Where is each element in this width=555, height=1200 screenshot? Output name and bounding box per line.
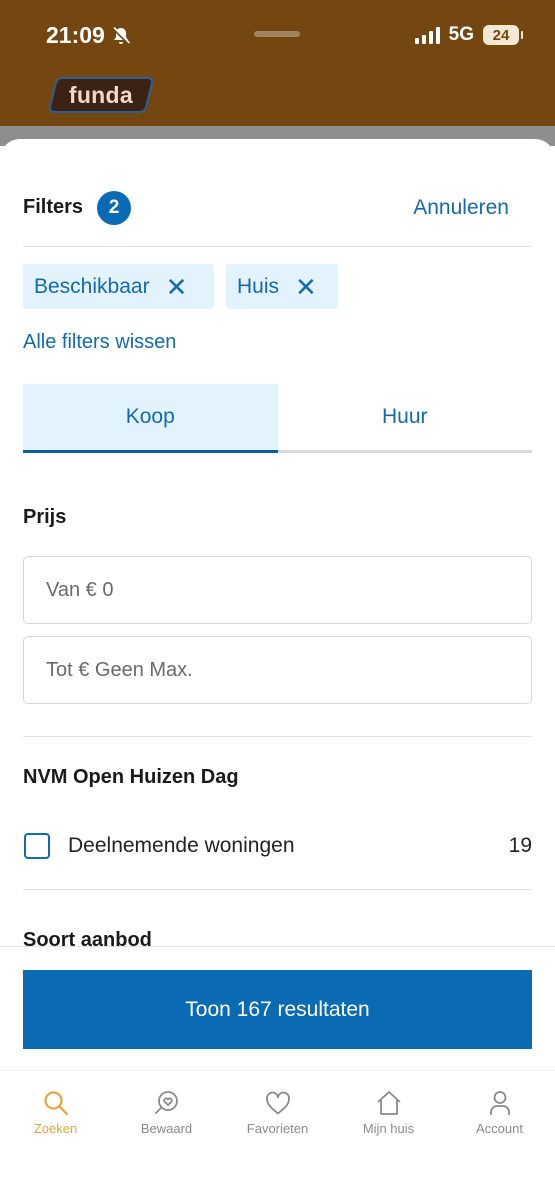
nav-item-mijn-huis[interactable]: Mijn huis	[333, 1071, 444, 1200]
saved-search-icon	[154, 1091, 178, 1114]
person-icon	[489, 1091, 510, 1115]
nav-label: Bewaard	[140, 1121, 193, 1136]
listing-type-tabs: Koop Huur	[23, 384, 532, 453]
price-from-value: Van € 0	[46, 578, 114, 601]
nav-label: Zoeken	[33, 1121, 78, 1136]
filter-chip-beschikbaar[interactable]: Beschikbaar ✕	[23, 264, 214, 309]
nav-item-favorieten[interactable]: Favorieten	[222, 1071, 333, 1200]
price-from-field[interactable]: Van € 0	[23, 556, 532, 624]
network-type: 5G	[448, 24, 474, 45]
header-divider	[23, 246, 532, 247]
filter-count-badge: 2	[97, 191, 131, 225]
nav-label: Mijn huis	[362, 1121, 415, 1136]
price-divider	[23, 736, 532, 737]
nav-item-account[interactable]: Account	[444, 1071, 555, 1200]
battery-icon: 24	[483, 25, 523, 45]
filters-title: Filters	[23, 196, 84, 218]
filter-chip-huis[interactable]: Huis ✕	[226, 264, 338, 309]
tab-koop[interactable]: Koop	[23, 384, 278, 453]
open-house-section-title: NVM Open Huizen Dag	[23, 766, 239, 788]
nav-label: Favorieten	[246, 1121, 309, 1136]
status-indicators: 5G 24	[414, 24, 523, 46]
status-time: 21:09	[46, 22, 131, 49]
show-results-button[interactable]: Toon 167 resultaten	[23, 970, 532, 1049]
bottom-tab-bar: Zoeken Bewaard Favorieten Mijn huis Acco…	[0, 1070, 555, 1200]
filter-sheet: Filters 2 Annuleren Beschikbaar ✕ Huis ✕…	[0, 139, 555, 1200]
search-icon	[43, 1091, 68, 1116]
signal-icon	[414, 26, 440, 44]
price-to-field[interactable]: Tot € Geen Max.	[23, 636, 532, 704]
app-header: 21:09 5G 24 funda	[0, 0, 555, 126]
close-icon[interactable]: ✕	[166, 274, 188, 300]
chip-label: Huis	[237, 274, 280, 298]
tab-huur[interactable]: Huur	[277, 384, 532, 453]
clear-all-filters-link[interactable]: Alle filters wissen	[23, 331, 176, 354]
open-house-option-label[interactable]: Deelnemende woningen	[68, 834, 295, 858]
logo-text: funda	[68, 81, 134, 108]
chip-label: Beschikbaar	[34, 274, 150, 298]
open-house-option-count: 19	[508, 834, 532, 857]
nav-item-bewaard[interactable]: Bewaard	[111, 1071, 222, 1200]
status-time-text: 21:09	[46, 22, 105, 48]
close-icon[interactable]: ✕	[295, 274, 317, 300]
heart-icon	[265, 1091, 290, 1115]
price-section-title: Prijs	[23, 506, 67, 528]
price-to-value: Tot € Geen Max.	[46, 658, 193, 681]
bell-muted-icon	[111, 26, 130, 45]
cancel-button[interactable]: Annuleren	[413, 196, 509, 220]
battery-level: 24	[492, 26, 510, 44]
dynamic-island-pill	[254, 31, 300, 37]
nav-item-zoeken[interactable]: Zoeken	[0, 1071, 111, 1200]
nav-label: Account	[476, 1121, 523, 1136]
open-house-checkbox[interactable]	[24, 833, 50, 859]
home-icon	[376, 1091, 401, 1115]
funda-logo: funda	[47, 77, 155, 113]
open-house-divider	[23, 889, 532, 890]
